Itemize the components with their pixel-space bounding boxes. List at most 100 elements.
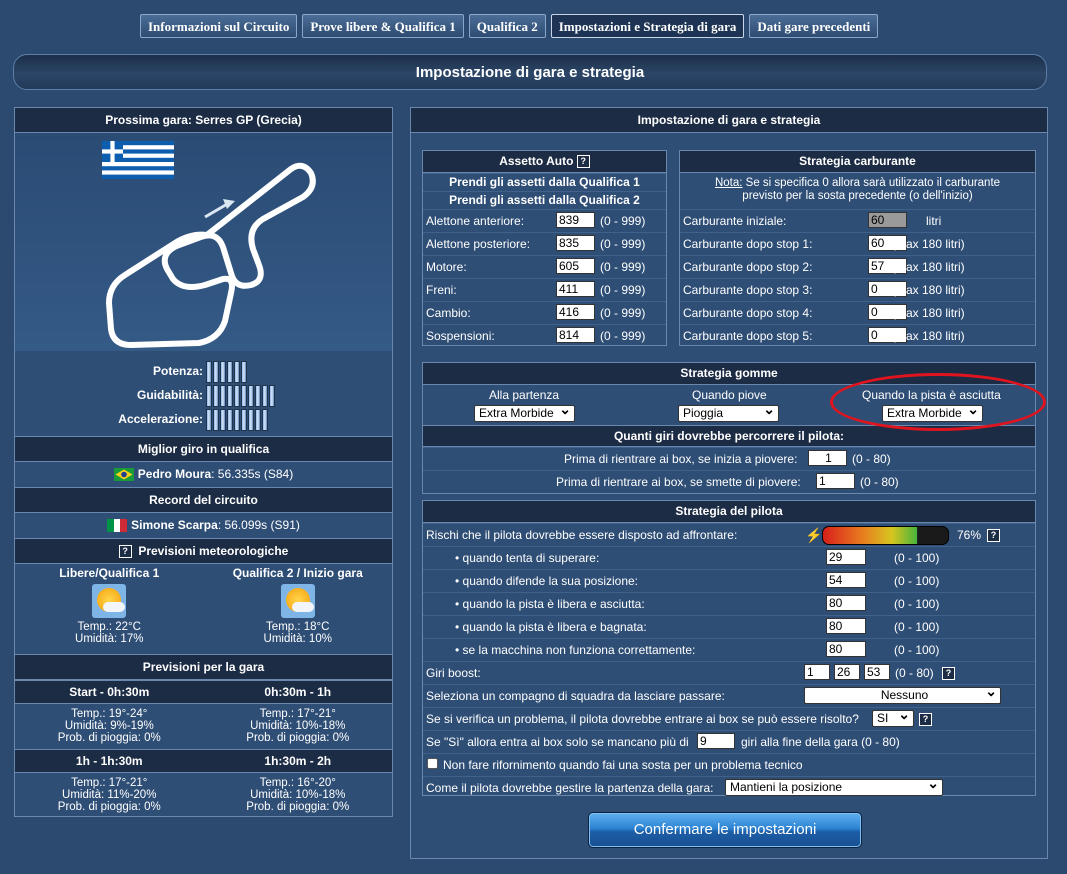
top-tabs: Informazioni sul Circuito Prove libere &… — [140, 14, 879, 38]
start-select[interactable]: Mantieni la posizione — [725, 776, 943, 796]
if-yes-laps-input[interactable]: 9 — [697, 733, 735, 749]
fuel-stop-row: Carburante dopo stop 4: 0 (Max 180 litri) — [680, 301, 1035, 324]
teammate-select[interactable]: Nessuno — [804, 684, 1001, 704]
tab-circuit-info[interactable]: Informazioni sul Circuito — [140, 14, 298, 38]
risk-factor-label: • quando la pista è libera e bagnata: — [455, 620, 647, 634]
setup-param-range: (0 - 999) — [600, 237, 646, 251]
next-race-heading: Prossima gara: Serres GP (Grecia) — [15, 108, 392, 133]
forecast-rain: Prob. di pioggia: 0% — [57, 732, 161, 744]
fuel-stop-label: Carburante dopo stop 5: — [683, 329, 813, 343]
fuel-note-label: Nota: — [714, 177, 743, 189]
boost-lap-2-input[interactable]: 26 — [834, 664, 860, 680]
help-icon[interactable]: ? — [576, 155, 590, 169]
weather-humidity: Umidità: 17% — [75, 633, 144, 645]
tab-race-setup[interactable]: Impostazioni e Strategia di gara — [550, 14, 745, 38]
weather-humidity: Umidità: 10% — [263, 633, 332, 645]
rating-pill — [227, 384, 233, 407]
fuel-stop-label: Carburante dopo stop 1: — [683, 237, 813, 251]
forecast-temp: Temp.: 16°-20° — [259, 777, 336, 789]
weather-temp: Temp.: 22°C — [77, 621, 141, 633]
laps-dry-range: (0 - 80) — [860, 475, 899, 489]
forecast-slot: Temp.: 17°-21° Umidità: 11%-20% Prob. di… — [15, 773, 204, 818]
boost-lap-1-input[interactable]: 1 — [804, 664, 830, 680]
risk-factor-input[interactable]: 80 — [826, 595, 866, 611]
sunny-cloud-icon — [92, 584, 127, 618]
setup-param-label: Cambio: — [426, 306, 471, 320]
setup-param-input[interactable]: 605 — [556, 258, 595, 274]
risk-factor-row: • se la macchina non funziona correttame… — [423, 638, 1035, 661]
tyre-wet-select[interactable]: Pioggia — [678, 402, 779, 422]
risk-factor-input[interactable]: 80 — [826, 641, 866, 657]
forecast-temp: Temp.: 19°-24° — [71, 708, 148, 720]
rating-pill — [262, 384, 268, 407]
help-icon[interactable]: ? — [942, 667, 955, 680]
boost-lap-3-input[interactable]: 53 — [864, 664, 890, 680]
risk-factor-input[interactable]: 80 — [826, 618, 866, 634]
help-icon[interactable]: ? — [919, 713, 932, 726]
risk-factor-label: • quando difende la sua posizione: — [455, 574, 639, 588]
fuel-note: Nota: Se si specifica 0 allora sarà util… — [680, 173, 1035, 209]
setup-param-input[interactable]: 416 — [556, 304, 595, 320]
setup-param-label: Freni: — [426, 283, 457, 297]
setup-param-range: (0 - 999) — [600, 260, 646, 274]
teammate-row: Seleziona un compagno di squadra da lasc… — [423, 684, 1035, 707]
boost-label: Giri boost: — [426, 666, 481, 680]
risk-factor-input[interactable]: 29 — [826, 549, 866, 565]
risk-factor-label: • se la macchina non funziona correttame… — [455, 643, 696, 657]
lightning-icon: ⚡ — [805, 527, 823, 543]
setup-param-input[interactable]: 411 — [556, 281, 595, 297]
setup-param-row: Alettone posteriore: 835 (0 - 999) — [423, 232, 666, 255]
fuel-stop-input[interactable]: 60 — [868, 212, 907, 228]
risk-factor-range: (0 - 100) — [894, 597, 940, 611]
rating-handling-label: Guidabilità: — [137, 388, 203, 402]
setup-param-range: (0 - 999) — [600, 306, 646, 320]
rating-pill — [234, 360, 240, 383]
no-refuel-checkbox[interactable] — [427, 758, 438, 769]
start-row: Come il pilota dovrebbe gestire la parte… — [423, 776, 1035, 799]
tab-quali2[interactable]: Qualifica 2 — [468, 14, 546, 38]
fuel-stop-row: Carburante dopo stop 5: 0 (Max 180 litri) — [680, 324, 1035, 347]
laps-rain-input[interactable]: 1 — [808, 450, 847, 466]
rating-pill — [255, 384, 261, 407]
rating-pill — [213, 384, 219, 407]
rating-pill — [220, 408, 226, 431]
setup-param-input[interactable]: 814 — [556, 327, 595, 343]
rating-pill — [262, 408, 268, 431]
no-refuel-label: Non fare rifornimento quando fai una sos… — [443, 758, 803, 772]
copy-quali1-setup-link[interactable]: Prendi gli assetti dalla Qualifica 1 — [423, 173, 666, 191]
laps-dry-label: Prima di rientrare ai box, se smette di … — [556, 475, 801, 489]
forecast-humidity: Umidità: 10%-18% — [250, 720, 346, 732]
boost-row: Giri boost: 1 26 53 (0 - 80) ? — [423, 661, 1035, 684]
car-setup-title: Assetto Auto — [499, 154, 574, 168]
weather-title: Previsioni meteorologiche — [138, 544, 289, 558]
tyre-start-label: Alla partenza — [489, 388, 560, 402]
page: Informazioni sul Circuito Prove libere &… — [0, 0, 1067, 874]
sunny-cloud-icon — [280, 584, 315, 618]
rating-pill — [227, 360, 233, 383]
laps-dry-input[interactable]: 1 — [816, 473, 855, 489]
tab-practice-quali1[interactable]: Prove libere & Qualifica 1 — [302, 14, 464, 38]
weather-label: Qualifica 2 / Inizio gara — [232, 566, 363, 580]
fuel-stop-range: (Max 180 litri) — [892, 329, 965, 343]
race-forecast-grid: Start - 0h:30m 0h:30m - 1h Temp.: 19°-24… — [15, 680, 392, 818]
laps-dry-row: Prima di rientrare ai box, se smette di … — [423, 470, 1035, 493]
confirm-button[interactable]: Confermare le impostazioni — [588, 812, 862, 848]
setup-param-range: (0 - 999) — [600, 329, 646, 343]
help-icon[interactable]: ? — [118, 545, 132, 559]
tyre-start-select[interactable]: Extra Morbide — [474, 402, 575, 422]
tab-previous-races[interactable]: Dati gare precedenti — [749, 14, 879, 38]
help-icon[interactable]: ? — [987, 529, 1000, 542]
rating-pill — [213, 360, 219, 383]
risk-factor-input[interactable]: 54 — [826, 572, 866, 588]
rating-pill — [220, 360, 226, 383]
if-yes-label: Se "Sì" allora entra ai box solo se manc… — [426, 735, 689, 749]
forecast-slot: Temp.: 17°-21° Umidità: 10%-18% Prob. di… — [204, 704, 393, 749]
problem-select[interactable]: SI — [872, 707, 914, 727]
setup-param-input[interactable]: 835 — [556, 235, 595, 251]
setup-param-input[interactable]: 839 — [556, 212, 595, 228]
copy-quali2-setup-link[interactable]: Prendi gli assetti dalla Qualifica 2 — [423, 191, 666, 209]
best-quali-row: Pedro Moura: 56.335s (S84) — [15, 462, 392, 487]
start-label: Come il pilota dovrebbe gestire la parte… — [426, 781, 714, 795]
weather-forecast: Libere/Qualifica 1 Temp.: 22°C Umidità: … — [15, 564, 392, 654]
setup-param-row: Motore: 605 (0 - 999) — [423, 255, 666, 278]
